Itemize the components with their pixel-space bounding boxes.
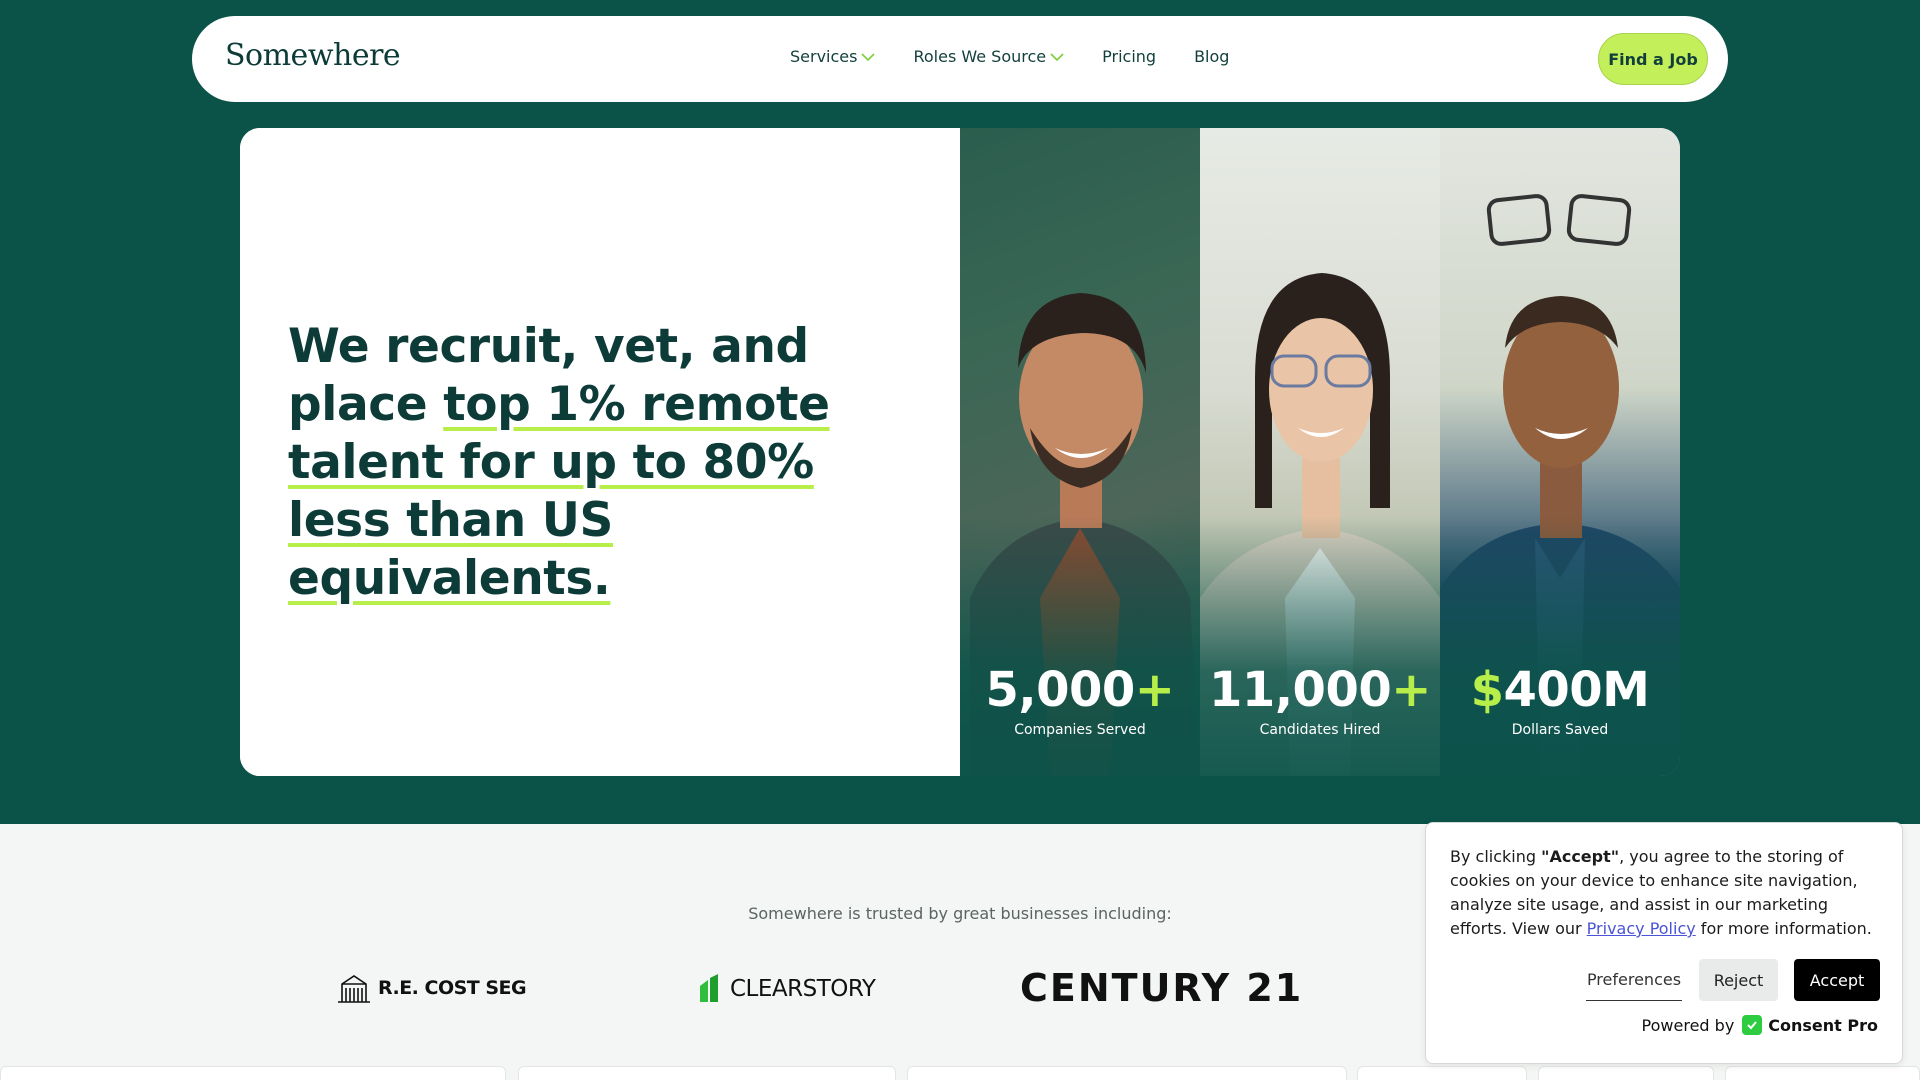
accept-button[interactable]: Accept xyxy=(1794,959,1880,1001)
hero-card: We recruit, vet, and place top 1% remote… xyxy=(240,128,1680,776)
testimonial-card-peek xyxy=(1538,1066,1714,1080)
consent-pro-brand[interactable]: Consent Pro xyxy=(1768,1016,1878,1035)
hero-photo-man-headset: 5,000+ Companies Served xyxy=(960,128,1200,776)
logo-re-cost-seg: R.E. COST SEG xyxy=(336,972,527,1004)
stat-value-dollars: $400M xyxy=(1470,662,1650,718)
powered-by: Powered by Consent Pro xyxy=(1642,1015,1878,1035)
top-navbar: Somewhere Services Roles We Source Prici… xyxy=(192,16,1728,102)
nav-blog[interactable]: Blog xyxy=(1194,47,1229,66)
hero-photo-woman-glasses: 11,000+ Candidates Hired xyxy=(1200,128,1440,776)
nav-roles-we-source[interactable]: Roles We Source xyxy=(913,47,1064,66)
hero-photo-man-glasses-on-head: $400M Dollars Saved xyxy=(1440,128,1680,776)
stat-label-companies: Companies Served xyxy=(1014,722,1146,738)
nav-services-label: Services xyxy=(790,47,858,66)
hero-headline: We recruit, vet, and place top 1% remote… xyxy=(288,318,908,608)
preferences-button[interactable]: Preferences xyxy=(1586,959,1682,1001)
privacy-policy-link[interactable]: Privacy Policy xyxy=(1587,919,1696,938)
hero-text-panel: We recruit, vet, and place top 1% remote… xyxy=(240,128,960,776)
chevron-down-icon xyxy=(861,52,876,61)
testimonial-card-peek xyxy=(907,1066,1347,1080)
consent-pro-icon xyxy=(1742,1015,1763,1035)
logo-clearstory: CLEARSTORY xyxy=(698,974,876,1004)
stat-value-companies: 5,000+ xyxy=(985,662,1175,718)
testimonial-card-peek xyxy=(518,1066,896,1080)
nav-pricing-label: Pricing xyxy=(1102,47,1157,66)
stat-label-dollars: Dollars Saved xyxy=(1511,722,1609,738)
nav-services[interactable]: Services xyxy=(790,47,876,66)
stat-label-candidates: Candidates Hired xyxy=(1259,722,1381,738)
nav-blog-label: Blog xyxy=(1194,47,1230,66)
testimonial-card-peek xyxy=(0,1066,506,1080)
stat-value-candidates: 11,000+ xyxy=(1209,662,1431,718)
main-nav: Services Roles We Source Pricing Blog xyxy=(790,47,1267,66)
powered-by-label: Powered by xyxy=(1641,1015,1735,1035)
nav-roles-label: Roles We Source xyxy=(913,47,1047,66)
reject-button[interactable]: Reject xyxy=(1699,959,1778,1001)
site-logo[interactable]: Somewhere xyxy=(225,38,401,73)
find-a-job-button[interactable]: Find a Job xyxy=(1598,33,1708,85)
testimonial-card-peek xyxy=(1725,1066,1920,1080)
clearstory-mark-icon xyxy=(700,974,718,1002)
logo-century-21: CENTURY 21 xyxy=(1020,966,1304,1010)
cookie-consent-banner: By clicking "Accept", you agree to the s… xyxy=(1425,822,1903,1064)
chevron-down-icon xyxy=(1050,52,1064,61)
cookie-message: By clicking "Accept", you agree to the s… xyxy=(1450,847,1872,938)
testimonial-card-peek xyxy=(1357,1066,1527,1080)
building-icon xyxy=(338,975,370,1003)
nav-pricing[interactable]: Pricing xyxy=(1102,47,1156,66)
